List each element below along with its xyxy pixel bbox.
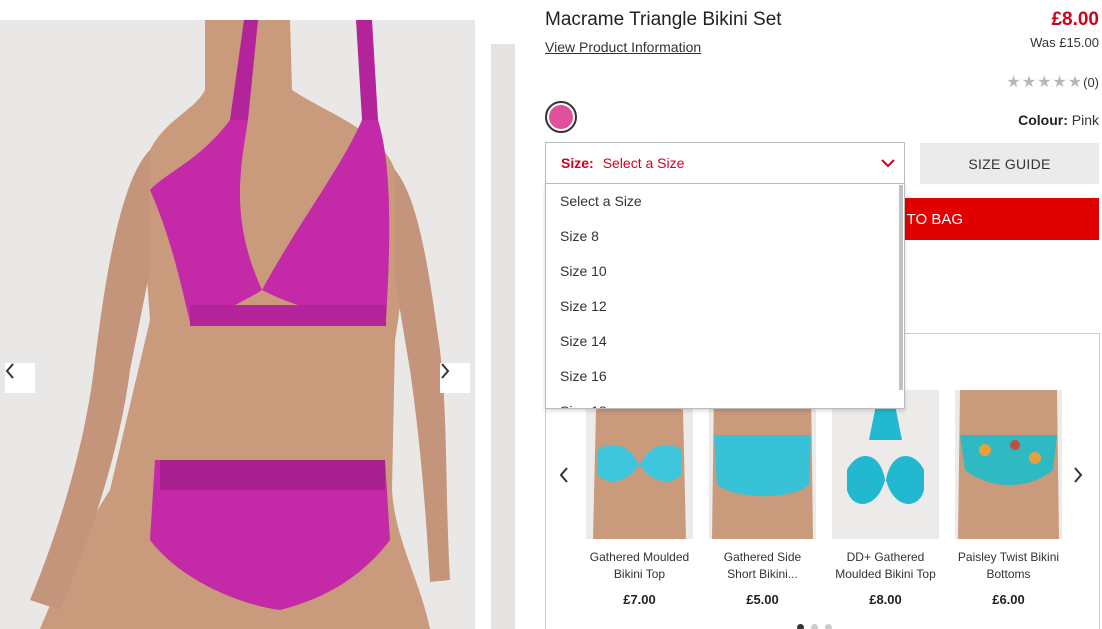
star-icon: ★ <box>1067 74 1083 91</box>
recommendation-card[interactable]: Gathered Moulded Bikini Top £7.00 <box>586 390 693 607</box>
gallery-next-button[interactable] <box>440 363 470 393</box>
current-price: £8.00 <box>1051 9 1099 30</box>
recommendation-name: Paisley Twist Bikini Bottoms <box>957 550 1060 581</box>
size-option[interactable]: Size 16 <box>546 359 904 394</box>
chevron-left-icon <box>559 467 568 483</box>
bikini-top-image <box>586 390 693 539</box>
gallery-prev-button[interactable] <box>5 363 35 393</box>
chevron-right-icon <box>1074 467 1083 483</box>
product-title: Macrame Triangle Bikini Set <box>545 9 782 30</box>
size-guide-button[interactable]: SIZE GUIDE <box>920 143 1099 184</box>
size-option[interactable]: Size 10 <box>546 254 904 289</box>
product-thumbnail <box>955 390 1062 539</box>
was-price: Was £15.00 <box>1030 35 1099 50</box>
colour-swatch-pink[interactable] <box>545 101 577 133</box>
recommendation-card[interactable]: Paisley Twist Bikini Bottoms £6.00 <box>955 390 1062 607</box>
dropdown-scrollbar[interactable] <box>899 185 903 390</box>
size-option[interactable]: Size 18 <box>546 394 904 408</box>
chevron-down-icon <box>881 159 895 168</box>
product-image-gallery[interactable] <box>0 20 475 629</box>
product-thumbnail <box>709 390 816 539</box>
star-icon: ★ <box>1037 74 1052 91</box>
recommendation-name: Gathered Moulded Bikini Top <box>589 550 690 581</box>
recommendation-price: £7.00 <box>623 592 656 607</box>
product-page: Macrame Triangle Bikini Set View Product… <box>0 0 1102 629</box>
size-option[interactable]: Select a Size <box>546 184 904 219</box>
recommendation-name: Gathered Side Short Bikini... <box>723 550 802 581</box>
colour-label: Colour: <box>1018 112 1068 128</box>
pagination-dot[interactable] <box>811 624 818 629</box>
size-selected-value: Select a Size <box>602 155 685 171</box>
rating-count: (0) <box>1083 74 1099 90</box>
size-option[interactable]: Size 14 <box>546 324 904 359</box>
product-thumbnail <box>832 390 939 539</box>
size-label: Size: <box>561 155 594 171</box>
recommendation-price: £6.00 <box>992 592 1025 607</box>
recommendation-price: £8.00 <box>869 592 902 607</box>
colour-indicator: Colour: Pink <box>1018 112 1099 128</box>
size-dropdown-list[interactable]: Select a Size Size 8 Size 10 Size 12 Siz… <box>545 183 905 409</box>
swatch-color-dot <box>549 105 573 129</box>
pagination-dot[interactable] <box>825 624 832 629</box>
secondary-image-strip[interactable] <box>491 44 515 629</box>
size-select[interactable]: Size: Select a Size <box>545 142 905 184</box>
star-icon: ★ <box>1006 74 1021 91</box>
pagination-dot[interactable] <box>797 624 804 629</box>
bikini-bottom-image <box>709 390 816 539</box>
paisley-bikini-bottom-image <box>955 390 1062 539</box>
size-option[interactable]: Size 8 <box>546 219 904 254</box>
recommendation-card[interactable]: Gathered Side Short Bikini... £5.00 <box>709 390 816 607</box>
star-icon: ★ <box>1052 74 1067 91</box>
product-thumbnail <box>586 390 693 539</box>
view-product-information-link[interactable]: View Product Information <box>545 39 701 55</box>
rating-stars[interactable]: ★ ★ ★ ★ ★ (0) <box>1006 72 1099 92</box>
carousel-prev-button[interactable] <box>556 466 572 484</box>
chevron-left-icon <box>5 363 14 379</box>
carousel-pagination <box>797 624 832 629</box>
recommendation-price: £5.00 <box>746 592 779 607</box>
star-icon: ★ <box>1021 74 1037 91</box>
carousel-next-button[interactable] <box>1070 466 1086 484</box>
recommendation-name: DD+ Gathered Moulded Bikini Top <box>835 550 936 581</box>
halter-bikini-top-image <box>832 390 939 539</box>
product-photo <box>0 20 475 629</box>
size-option[interactable]: Size 12 <box>546 289 904 324</box>
chevron-right-icon <box>441 363 450 379</box>
recommendation-card[interactable]: DD+ Gathered Moulded Bikini Top £8.00 <box>832 390 939 607</box>
colour-value: Pink <box>1071 112 1099 128</box>
